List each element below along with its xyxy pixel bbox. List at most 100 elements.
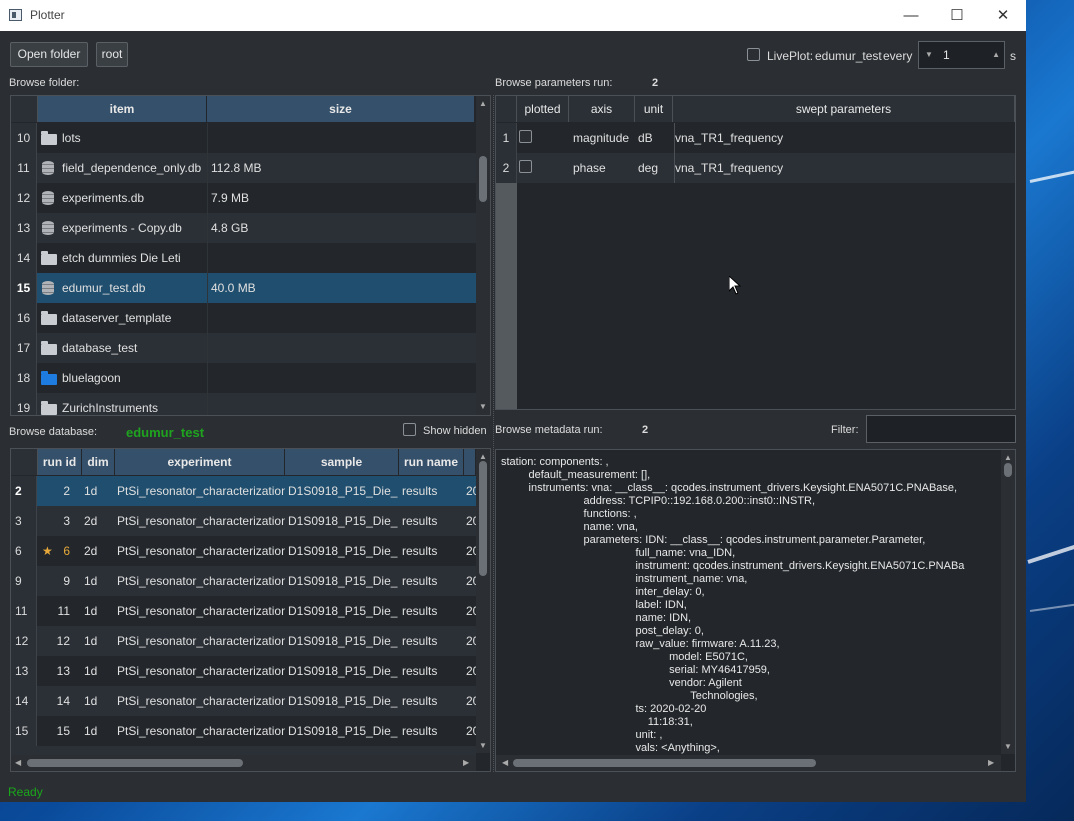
splitter-handle[interactable] (493, 95, 495, 772)
experiment: PtSi_resonator_characterization (117, 514, 285, 528)
scroll-right-icon[interactable]: ▶ (463, 758, 469, 768)
run-name: results (402, 664, 438, 678)
database-row-partial[interactable] (11, 746, 476, 755)
folder-row[interactable]: 16 dataserver_template (11, 303, 476, 333)
scrollbar-thumb[interactable] (479, 461, 487, 576)
column-header-unit[interactable]: unit (635, 96, 673, 122)
run-extra: 20 (466, 604, 476, 618)
root-button[interactable]: root (96, 42, 128, 67)
dim: 1d (84, 484, 98, 498)
window-title: Plotter (30, 8, 65, 22)
folder-table: item size 10 lots 11 field_dependence_only.… (10, 95, 491, 416)
plotted-checkbox[interactable] (519, 130, 532, 143)
item-name: field_dependence_only.db (62, 161, 202, 175)
column-header-axis[interactable]: axis (569, 96, 635, 122)
scrollbar-thumb[interactable] (27, 759, 243, 767)
browse-parameters-label: Browse parameters run: (495, 77, 613, 89)
item-size (207, 333, 475, 363)
database-row[interactable]: 9 9 1d PtSi_resonator_characterization D1S09… (11, 566, 476, 596)
database-row[interactable]: 3 3 2d PtSi_resonator_characterization D1S09… (11, 506, 476, 536)
liveplot-checkbox[interactable] (747, 48, 760, 61)
dim: 1d (84, 694, 98, 708)
folder-row[interactable]: 10 lots (11, 123, 476, 153)
column-header-item[interactable]: item (38, 96, 207, 122)
row-number: 12 (11, 183, 37, 213)
metadata-line: full_name: vna_IDN, (501, 547, 736, 559)
run-id: 2 (63, 484, 70, 498)
maximize-button[interactable]: ☐ (934, 0, 980, 31)
folder-row[interactable]: 14 etch dummies Die Leti (11, 243, 476, 273)
experiment: PtSi_resonator_characterization (117, 484, 285, 498)
sample: D1S0918_P15_Die_E3 (288, 544, 398, 558)
scroll-down-icon[interactable]: ▼ (1004, 742, 1012, 752)
minimize-button[interactable]: — (888, 0, 934, 31)
metadata-hscrollbar[interactable]: ◀ ▶ (496, 755, 1001, 771)
database-row[interactable]: 6 ★ 6 2d PtSi_resonator_characterization D1S0… (11, 536, 476, 566)
scroll-left-icon[interactable]: ◀ (15, 758, 21, 768)
status-text: Ready (8, 785, 43, 799)
scrollbar-thumb[interactable] (479, 156, 487, 202)
spin-up-icon[interactable]: ▲ (992, 42, 1000, 68)
app-icon (9, 9, 22, 21)
database-row[interactable]: 13 13 1d PtSi_resonator_characterization D1S… (11, 656, 476, 686)
folder-row[interactable]: 15 edumur_test.db 40.0 MB (11, 273, 476, 303)
folder-row[interactable]: 12 experiments.db 7.9 MB (11, 183, 476, 213)
database-row[interactable]: 2 2 1d PtSi_resonator_characterization D1S09… (11, 476, 476, 506)
dim: 1d (84, 574, 98, 588)
database-vscrollbar[interactable]: ▲ ▼ (476, 449, 490, 753)
database-hscrollbar[interactable]: ◀ ▶ (11, 755, 476, 771)
run-extra: 20 (466, 664, 476, 678)
run-name: results (402, 694, 438, 708)
folder-row[interactable]: 19 ZurichInstruments (11, 393, 476, 415)
row-number: 9 (11, 566, 37, 596)
scroll-up-icon[interactable]: ▲ (479, 99, 487, 109)
filter-input[interactable] (866, 415, 1016, 443)
column-header-run-name[interactable]: run name (399, 449, 464, 475)
item-size: 40.0 MB (207, 273, 475, 303)
folder-row[interactable]: 11 field_dependence_only.db 112.8 MB (11, 153, 476, 183)
column-header-sample[interactable]: sample (285, 449, 399, 475)
scroll-up-icon[interactable]: ▲ (1004, 453, 1012, 463)
column-header-size[interactable]: size (207, 96, 475, 122)
scroll-down-icon[interactable]: ▼ (479, 741, 487, 751)
folder-row[interactable]: 18 bluelagoon (11, 363, 476, 393)
open-folder-button[interactable]: Open folder (10, 42, 88, 67)
scroll-left-icon[interactable]: ◀ (502, 758, 508, 768)
database-row[interactable]: 14 14 1d PtSi_resonator_characterization D1S… (11, 686, 476, 716)
scroll-right-icon[interactable]: ▶ (988, 758, 994, 768)
database-table: run id dim experiment sample run name 2 2… (10, 448, 491, 772)
column-header-extra[interactable] (464, 449, 476, 475)
row-number: 11 (11, 153, 37, 183)
database-row[interactable]: 12 12 1d PtSi_resonator_characterization D1S… (11, 626, 476, 656)
scrollbar-thumb[interactable] (513, 759, 816, 767)
run-id: 15 (56, 724, 70, 738)
scrollbar-thumb[interactable] (1004, 463, 1012, 477)
database-row[interactable]: 15 15 1d PtSi_resonator_characterization D1S… (11, 716, 476, 746)
metadata-line: 11:18:31, (501, 716, 693, 728)
database-row[interactable]: 11 11 1d PtSi_resonator_characterization D1S… (11, 596, 476, 626)
plotted-checkbox[interactable] (519, 160, 532, 173)
scroll-down-icon[interactable]: ▼ (479, 402, 487, 412)
browse-database-label: Browse database: (9, 426, 98, 438)
metadata-vscrollbar[interactable]: ▲ ▼ (1001, 450, 1015, 754)
folder-scrollbar[interactable]: ▲ ▼ (476, 96, 490, 415)
dim: 2d (84, 544, 98, 558)
metadata-line: inter_delay: 0, (501, 586, 705, 598)
column-header-plotted[interactable]: plotted (517, 96, 569, 122)
spin-down-icon[interactable]: ▼ (925, 42, 933, 68)
column-header-run-id[interactable]: run id (38, 449, 82, 475)
sample: D1S0918_P15_Die_E3 (288, 724, 398, 738)
column-header-experiment[interactable]: experiment (115, 449, 285, 475)
database-icon (42, 221, 54, 235)
parameter-row[interactable]: 1 magnitude dB vna_TR1_frequency (496, 123, 1015, 153)
folder-row[interactable]: 13 experiments - Copy.db 4.8 GB (11, 213, 476, 243)
column-header-swept[interactable]: swept parameters (673, 96, 1015, 122)
unit-label: s (1010, 49, 1016, 63)
show-hidden-checkbox[interactable] (403, 423, 416, 436)
column-header-dim[interactable]: dim (82, 449, 115, 475)
close-button[interactable]: ✕ (980, 0, 1026, 31)
folder-row[interactable]: 17 database_test (11, 333, 476, 363)
parameters-table: plotted axis unit swept parameters 1 magn… (495, 95, 1016, 410)
parameter-row[interactable]: 2 phase deg vna_TR1_frequency (496, 153, 1015, 183)
every-spinbox[interactable]: 1 ▼ ▲ (918, 41, 1005, 69)
